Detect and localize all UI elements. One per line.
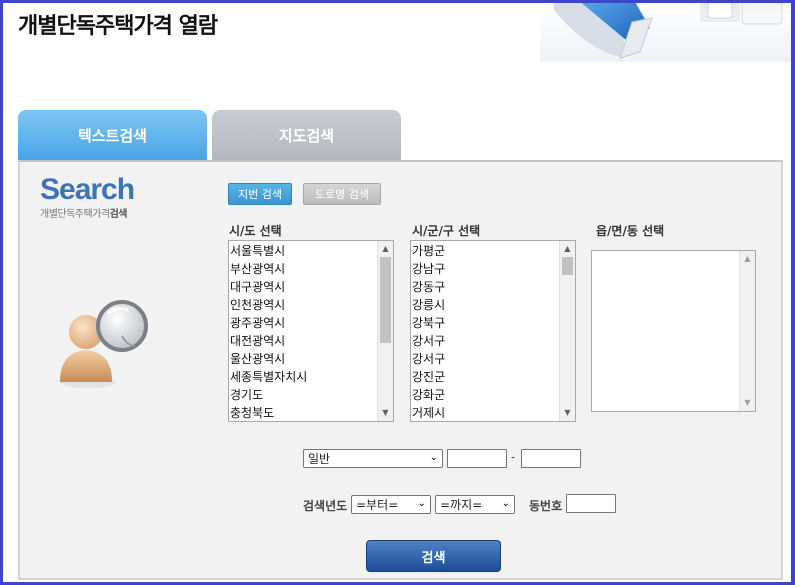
search-brand: Search 개별단독주택가격검색 — [40, 173, 135, 220]
list-item[interactable]: 세종특별자치시 — [229, 368, 393, 386]
list-item[interactable]: 서울특별시 — [229, 242, 393, 260]
scroll-down-icon[interactable]: ▼ — [378, 406, 393, 420]
sigungu-listbox[interactable]: 가평군 강남구 강동구 강릉시 강북구 강서구 강서구 강진군 강화군 거제시 … — [410, 240, 576, 422]
list-item[interactable]: 강서구 — [411, 332, 575, 350]
list-item[interactable]: 대전광역시 — [229, 332, 393, 350]
year-from-value: =부터= — [356, 498, 399, 512]
scroll-up-icon[interactable]: ▲ — [740, 252, 755, 266]
address-type-value: 일반 — [308, 452, 331, 466]
list-item[interactable]: 충청북도 — [229, 404, 393, 421]
tab-label: 텍스트검색 — [77, 127, 147, 145]
brand-subtitle-plain: 개별단독주택가격 — [40, 209, 110, 220]
bubun-input[interactable] — [521, 449, 581, 468]
chevron-down-icon: ⌄ — [417, 498, 426, 509]
list-item[interactable]: 경기도 — [229, 386, 393, 404]
year-label: 검색년도 — [303, 499, 348, 513]
jibun-search-button[interactable]: 지번 검색 — [228, 183, 292, 205]
scroll-thumb[interactable] — [562, 257, 573, 275]
brand-subtitle-bold: 검색 — [109, 209, 128, 220]
sido-listbox[interactable]: 서울특별시 부산광역시 대구광역시 인천광역시 광주광역시 대전광역시 울산광역… — [228, 240, 394, 422]
eupmyeondong-scrollbar[interactable]: ▲ ▼ — [739, 251, 755, 411]
brand-subtitle: 개별단독주택가격검색 — [40, 205, 134, 220]
sigungu-scrollbar[interactable]: ▲ ▼ — [559, 241, 575, 421]
list-item[interactable]: 울산광역시 — [229, 350, 393, 368]
list-item[interactable]: 강진군 — [411, 368, 575, 386]
list-item[interactable]: 강북구 — [411, 314, 575, 332]
dong-label: 동번호 — [529, 499, 563, 513]
chevron-down-icon: ⌄ — [501, 498, 510, 509]
eupmyeondong-listbox[interactable]: ▲ ▼ — [591, 250, 756, 412]
year-from-select[interactable]: =부터= ⌄ — [351, 495, 431, 514]
year-to-value: =까지= — [440, 498, 483, 512]
list-item[interactable]: 강동구 — [411, 278, 575, 296]
road-name-search-button[interactable]: 도로명 검색 — [303, 183, 381, 205]
list-item[interactable]: 부산광역시 — [229, 260, 393, 278]
address-type-select[interactable]: 일반 ⌄ — [303, 449, 443, 468]
dong-number-input[interactable] — [566, 494, 616, 513]
list-item[interactable]: 가평군 — [411, 242, 575, 260]
tab-text-search[interactable]: 텍스트검색 — [18, 110, 207, 161]
scroll-up-icon[interactable]: ▲ — [378, 242, 393, 256]
page-title: 개별단독주택가격 열람 — [18, 14, 218, 39]
list-item[interactable]: 강릉시 — [411, 296, 575, 314]
scroll-down-icon[interactable]: ▼ — [560, 406, 575, 420]
chevron-down-icon: ⌄ — [429, 452, 438, 463]
list-item[interactable]: 거제시 — [411, 404, 575, 421]
scroll-down-icon[interactable]: ▼ — [740, 396, 755, 410]
list-item[interactable]: 광주광역시 — [229, 314, 393, 332]
list-item[interactable]: 대구광역시 — [229, 278, 393, 296]
list-item[interactable]: 강남구 — [411, 260, 575, 278]
sigungu-label: 시/군/구 선택 — [412, 224, 481, 238]
search-button[interactable]: 검색 — [366, 540, 501, 572]
header-illustration — [540, 0, 792, 62]
person-magnifier-icon — [52, 296, 152, 396]
list-item[interactable]: 강서구 — [411, 350, 575, 368]
tab-map-search[interactable]: 지도검색 — [212, 110, 401, 161]
eupmyeondong-label: 읍/면/동 선택 — [596, 224, 665, 238]
list-item[interactable]: 강화군 — [411, 386, 575, 404]
brand-word: Search — [40, 173, 135, 206]
year-to-select[interactable]: =까지= ⌄ — [435, 495, 515, 514]
sido-label: 시/도 선택 — [229, 224, 282, 238]
scroll-up-icon[interactable]: ▲ — [560, 242, 575, 256]
scroll-thumb[interactable] — [380, 257, 391, 343]
sido-scrollbar[interactable]: ▲ ▼ — [377, 241, 393, 421]
dash-separator: - — [511, 450, 516, 464]
bonbun-input[interactable] — [447, 449, 507, 468]
tab-label: 지도검색 — [278, 127, 335, 145]
list-item[interactable]: 인천광역시 — [229, 296, 393, 314]
